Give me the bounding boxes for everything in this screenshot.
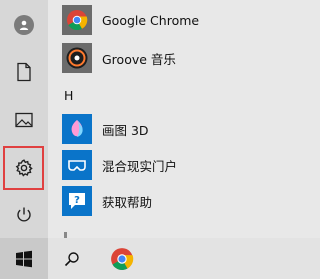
start-menu: Google Chrome Groove 音乐 H 画图 3D 混合现实门户 ? — [0, 0, 320, 238]
start-left-rail — [0, 0, 48, 238]
mixed-reality-tile — [62, 150, 92, 180]
windows-logo-icon — [16, 250, 32, 267]
app-label: 获取帮助 — [102, 194, 153, 210]
groove-music-icon — [66, 47, 88, 69]
section-header-h[interactable]: H — [64, 88, 73, 103]
taskbar-chrome-button[interactable] — [100, 238, 144, 279]
app-item-google-chrome[interactable]: Google Chrome — [62, 2, 320, 38]
power-icon — [17, 207, 31, 222]
user-avatar-button[interactable] — [0, 2, 48, 48]
start-button[interactable] — [0, 238, 48, 279]
app-label: Groove 音乐 — [102, 51, 176, 67]
get-help-icon: ? — [69, 193, 85, 209]
person-icon — [14, 15, 34, 35]
app-label: Google Chrome — [102, 12, 200, 28]
app-label: 画图 3D — [102, 122, 149, 138]
pictures-button[interactable] — [0, 97, 48, 143]
groove-tile — [62, 43, 92, 73]
svg-text:?: ? — [74, 195, 80, 206]
mixed-reality-icon — [68, 160, 86, 171]
app-label: 混合现实门户 — [102, 158, 178, 174]
power-button[interactable] — [0, 192, 48, 238]
taskbar-search-button[interactable] — [52, 238, 92, 279]
chrome-tile — [62, 5, 92, 35]
app-item-get-help[interactable]: ? 获取帮助 — [62, 183, 320, 219]
pictures-icon — [15, 112, 33, 128]
search-icon — [64, 251, 79, 266]
documents-button[interactable] — [0, 49, 48, 95]
settings-highlight-box — [3, 146, 44, 190]
get-help-tile: ? — [62, 186, 92, 216]
paint-3d-tile — [62, 114, 92, 144]
app-item-groove-music[interactable]: Groove 音乐 — [62, 40, 320, 76]
app-item-paint-3d[interactable]: 画图 3D — [62, 111, 320, 147]
chrome-icon — [67, 10, 88, 31]
document-icon — [17, 62, 31, 82]
taskbar — [0, 238, 320, 279]
paint-3d-icon — [71, 120, 83, 137]
app-list: Google Chrome Groove 音乐 H 画图 3D 混合现实门户 ? — [62, 0, 320, 238]
chrome-icon — [111, 247, 134, 270]
app-item-mixed-reality[interactable]: 混合现实门户 — [62, 147, 320, 183]
